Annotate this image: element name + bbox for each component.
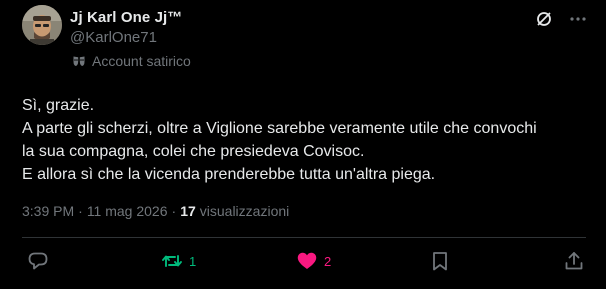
header-actions: [534, 9, 588, 29]
bookmark-icon: [429, 250, 451, 272]
like-button[interactable]: 2: [296, 248, 331, 274]
tweet-text: Sì, grazie. A parte gli scherzi, oltre a…: [22, 94, 592, 186]
share-button[interactable]: [563, 248, 585, 274]
account-label-text: Account satirico: [92, 53, 191, 69]
tweet-line: Sì, grazie.: [22, 97, 95, 114]
action-bar: 1 2: [0, 248, 606, 274]
account-label: Account satirico: [72, 53, 191, 69]
avatar-image: [22, 5, 62, 45]
satire-mask-icon: [72, 54, 86, 68]
divider: [22, 237, 586, 238]
tweet-line: E allora sì che la vicenda prenderebbe t…: [22, 166, 436, 183]
heart-filled-icon: [296, 250, 318, 272]
repost-count: 1: [189, 253, 197, 269]
meta-separator: ·: [78, 203, 83, 219]
repost-button[interactable]: 1: [161, 248, 196, 274]
tweet-line: la sua compagna, colei che presiedeva Co…: [22, 143, 365, 160]
meta-separator: ·: [171, 203, 177, 219]
reply-bubble-icon: [27, 250, 49, 272]
tweet-meta: 3:39 PM · 11 mag 2026 · 17 visualizzazio…: [22, 203, 289, 219]
views-label[interactable]: visualizzazioni: [200, 203, 289, 219]
avatar[interactable]: [22, 5, 62, 45]
author-display-name[interactable]: Jj Karl One Jj™: [70, 9, 182, 26]
like-count: 2: [324, 253, 332, 269]
tweet-date[interactable]: 11 mag 2026: [87, 203, 168, 219]
tweet-line: A parte gli scherzi, oltre a Viglione sa…: [22, 120, 537, 137]
reply-button[interactable]: [27, 248, 55, 274]
share-icon: [563, 250, 585, 272]
repost-icon: [161, 250, 183, 272]
more-dots-icon[interactable]: [568, 9, 588, 29]
author-handle[interactable]: @KarlOne71: [70, 29, 157, 46]
tweet-detail: Jj Karl One Jj™ @KarlOne71 Account satir…: [0, 0, 606, 289]
grok-slash-icon[interactable]: [534, 9, 554, 29]
tweet-time[interactable]: 3:39 PM: [22, 203, 74, 219]
views-count[interactable]: 17: [180, 203, 196, 219]
bookmark-button[interactable]: [429, 248, 451, 274]
